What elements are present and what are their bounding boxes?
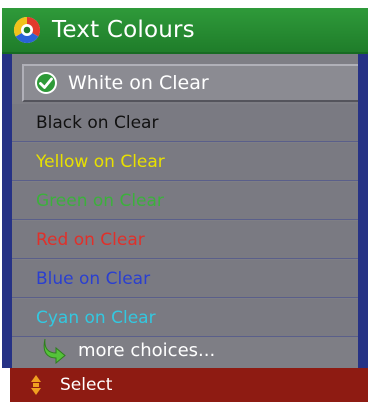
more-choices-button[interactable]: more choices... <box>12 332 358 368</box>
option-label: Cyan on Clear <box>36 307 156 328</box>
more-choices-label: more choices... <box>78 339 216 361</box>
option-red-on-clear[interactable]: Red on Clear <box>12 221 358 259</box>
select-bar: Select <box>10 368 368 402</box>
colour-wheel-icon <box>13 16 41 44</box>
green-arrow-icon <box>43 338 66 364</box>
options-frame: White on Clear Black on Clear Yellow on … <box>2 54 368 368</box>
up-down-icon <box>31 375 41 395</box>
option-label: Black on Clear <box>36 112 159 133</box>
option-label: Red on Clear <box>36 229 145 250</box>
menu-header: Text Colours <box>2 8 368 54</box>
option-label: Yellow on Clear <box>36 151 165 172</box>
option-label: Green on Clear <box>36 190 164 211</box>
option-label: Blue on Clear <box>36 268 151 289</box>
select-label: Select <box>60 375 113 395</box>
option-yellow-on-clear[interactable]: Yellow on Clear <box>12 143 358 181</box>
option-blue-on-clear[interactable]: Blue on Clear <box>12 260 358 298</box>
option-black-on-clear[interactable]: Black on Clear <box>12 104 358 142</box>
check-icon <box>35 72 57 94</box>
option-label: White on Clear <box>68 72 209 94</box>
option-green-on-clear[interactable]: Green on Clear <box>12 182 358 220</box>
menu-title: Text Colours <box>52 17 195 43</box>
text-colours-menu: Text Colours White on Clear Black on Cle… <box>2 8 368 402</box>
option-white-on-clear[interactable]: White on Clear <box>22 64 358 102</box>
